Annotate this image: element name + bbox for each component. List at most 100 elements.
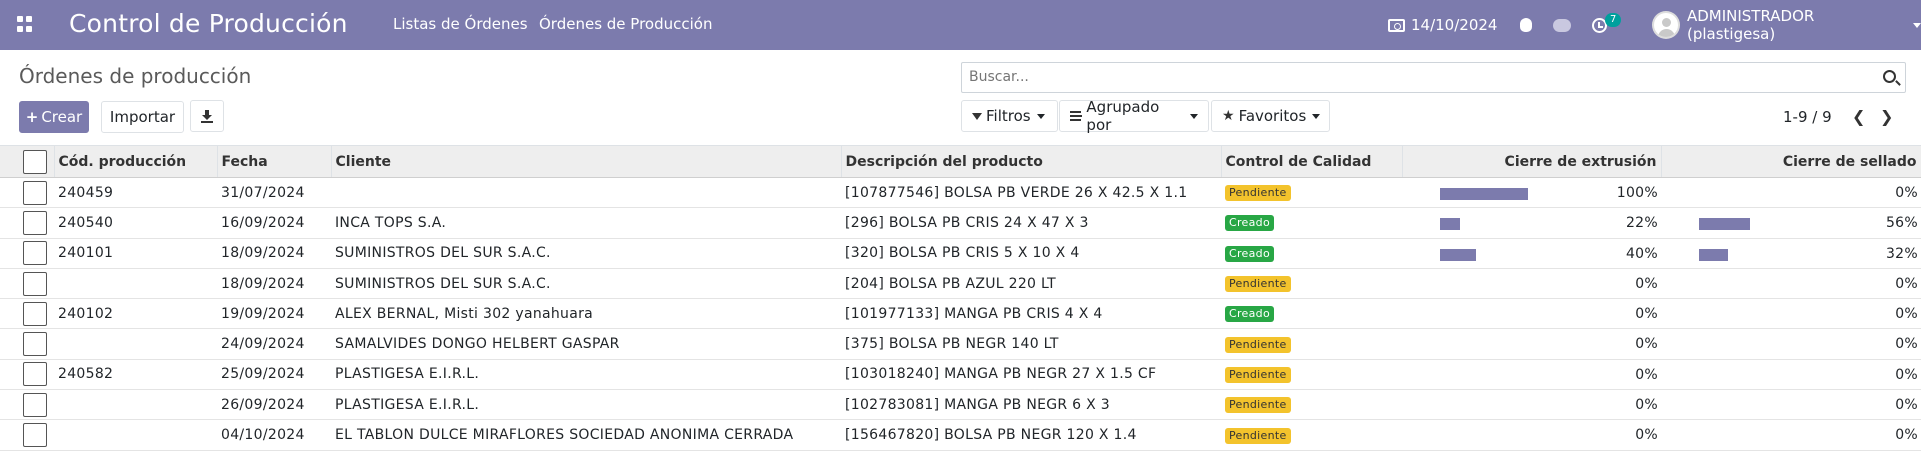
table-row[interactable]: 240540 16/09/2024 INCA TOPS S.A. [296] BOLS… (0, 207, 1921, 239)
cell-extrusion: 0% (1402, 298, 1661, 330)
row-checkbox[interactable] (23, 210, 47, 235)
status-badge: Creado (1225, 215, 1274, 232)
row-select-cell[interactable] (0, 389, 54, 421)
sealing-progress-fill (1699, 218, 1750, 231)
row-select-cell[interactable] (0, 298, 54, 330)
extrusion-progress-bar (1440, 370, 1550, 382)
row-select-cell[interactable] (0, 207, 54, 239)
table-row[interactable]: 240101 18/09/2024 SUMINISTROS DEL SUR S.A.… (0, 238, 1921, 269)
date-indicator[interactable]: 14/10/2024 (1388, 0, 1497, 50)
table-row[interactable]: 240582 25/09/2024 PLASTIGESA E.I.R.L. [1030… (0, 359, 1921, 391)
row-checkbox[interactable] (23, 180, 47, 205)
cell-extrusion: 0% (1402, 419, 1661, 451)
favorites-dropdown[interactable]: ★ Favoritos (1211, 100, 1330, 132)
status-badge: Creado (1225, 306, 1274, 323)
extrusion-progress-bar (1440, 309, 1550, 321)
debug-button[interactable] (1520, 0, 1532, 50)
row-select-cell[interactable] (0, 238, 54, 269)
sealing-value: 0% (1895, 366, 1918, 383)
row-checkbox[interactable] (23, 301, 47, 326)
row-checkbox[interactable] (23, 271, 47, 296)
chevron-right-icon[interactable]: ❯ (1880, 107, 1893, 126)
extrusion-progress-bar (1440, 188, 1550, 200)
favorites-label: Favoritos (1238, 107, 1307, 125)
row-checkbox[interactable] (23, 392, 47, 417)
cell-date: 18/09/2024 (217, 268, 331, 300)
row-select-cell[interactable] (0, 177, 54, 209)
search-input[interactable] (969, 69, 1849, 85)
select-all-cell[interactable] (0, 145, 55, 178)
cell-sealing: 0% (1661, 359, 1921, 391)
cell-product: [375] BOLSA PB NEGR 140 LT (841, 328, 1221, 360)
row-select-cell[interactable] (0, 419, 54, 451)
sealing-progress-bar (1699, 279, 1809, 291)
row-checkbox[interactable] (23, 332, 47, 357)
col-extrusion[interactable]: Cierre de extrusión (1402, 145, 1662, 178)
cell-client: SAMALVIDES DONGO HELBERT GASPAR (331, 328, 841, 360)
col-sealing[interactable]: Cierre de sellado (1661, 145, 1921, 178)
extrusion-progress-fill (1440, 248, 1477, 261)
pager-value[interactable]: 1-9 / 9 (1783, 108, 1832, 126)
sealing-progress-bar (1699, 218, 1809, 231)
col-quality[interactable]: Control de Calidad (1221, 145, 1403, 178)
cell-product: [204] BOLSA PB AZUL 220 LT (841, 268, 1221, 300)
cell-client: SUMINISTROS DEL SUR S.A.C. (331, 238, 841, 269)
row-select-cell[interactable] (0, 328, 54, 360)
extrusion-progress-bar (1440, 339, 1550, 351)
table-row[interactable]: 26/09/2024 PLASTIGESA E.I.R.L. [102783081]… (0, 389, 1921, 421)
row-select-cell[interactable] (0, 359, 54, 391)
row-checkbox[interactable] (23, 423, 47, 448)
sealing-progress-bar (1699, 430, 1809, 442)
row-checkbox[interactable] (23, 241, 47, 266)
row-select-cell[interactable] (0, 268, 54, 300)
col-client[interactable]: Cliente (331, 145, 842, 178)
sealing-value: 56% (1885, 215, 1918, 232)
cell-date: 18/09/2024 (217, 238, 331, 269)
search-box[interactable] (961, 62, 1906, 93)
create-button[interactable]: + Crear (19, 101, 89, 133)
chevron-left-icon[interactable]: ❮ (1852, 107, 1865, 126)
import-button[interactable]: Importar (101, 101, 184, 133)
select-all-checkbox[interactable] (23, 149, 47, 174)
cell-client: EL TABLON DULCE MIRAFLORES SOCIEDAD ANON… (331, 419, 841, 451)
table-body: 240459 31/07/2024 [107877546] BOLSA PB VER… (0, 177, 1921, 451)
table-row[interactable]: 24/09/2024 SAMALVIDES DONGO HELBERT GASPA… (0, 328, 1921, 360)
caret-down-icon (1036, 113, 1045, 119)
cell-client: ALEX BERNAL, Misti 302 yanahuara (331, 298, 841, 330)
user-name: ADMINISTRADOR (plastigesa) (1686, 7, 1815, 43)
status-badge: Pendiente (1225, 366, 1291, 383)
user-menu[interactable]: ADMINISTRADOR (plastigesa) (1652, 0, 1921, 50)
extrusion-progress-bar (1440, 430, 1550, 442)
menu-item-order-lists[interactable]: Listas de Órdenes (393, 15, 528, 33)
cell-sealing: 0% (1661, 177, 1921, 209)
extrusion-progress-bar (1440, 218, 1550, 231)
cell-code: 240101 (54, 238, 217, 269)
extrusion-value: 0% (1635, 397, 1658, 414)
extrusion-progress-bar (1440, 248, 1550, 261)
cell-client: PLASTIGESA E.I.R.L. (331, 389, 841, 421)
cell-product: [101977133] MANGA PB CRIS 4 X 4 (841, 298, 1221, 330)
export-button[interactable] (190, 100, 224, 132)
table-row[interactable]: 240102 19/09/2024 ALEX BERNAL, Misti 302 y… (0, 298, 1921, 330)
cell-client: SUMINISTROS DEL SUR S.A.C. (331, 268, 841, 300)
search-icon[interactable] (1883, 70, 1896, 83)
table-row[interactable]: 04/10/2024 EL TABLON DULCE MIRAFLORES SOC… (0, 419, 1921, 451)
table-row[interactable]: 18/09/2024 SUMINISTROS DEL SUR S.A.C. [204… (0, 268, 1921, 300)
groupby-dropdown[interactable]: Agrupado por (1059, 98, 1209, 134)
col-product[interactable]: Descripción del producto (841, 145, 1222, 178)
col-date[interactable]: Fecha (217, 145, 332, 178)
cell-quality: Pendiente (1221, 177, 1402, 209)
import-label: Importar (109, 108, 176, 126)
col-code[interactable]: Cód. producción (54, 145, 218, 178)
apps-menu-icon[interactable] (17, 16, 33, 32)
table-row[interactable]: 240459 31/07/2024 [107877546] BOLSA PB VER… (0, 177, 1921, 209)
cell-extrusion: 100% (1402, 177, 1661, 209)
activities-button[interactable] (1592, 0, 1607, 50)
cell-quality: Creado (1221, 298, 1402, 330)
filters-dropdown[interactable]: Filtros (961, 100, 1058, 132)
menu-item-production-orders[interactable]: Órdenes de Producción (539, 15, 712, 33)
app-title[interactable]: Control de Producción (69, 9, 348, 38)
cell-code (54, 328, 217, 360)
messages-button[interactable] (1553, 0, 1571, 50)
row-checkbox[interactable] (23, 362, 47, 387)
